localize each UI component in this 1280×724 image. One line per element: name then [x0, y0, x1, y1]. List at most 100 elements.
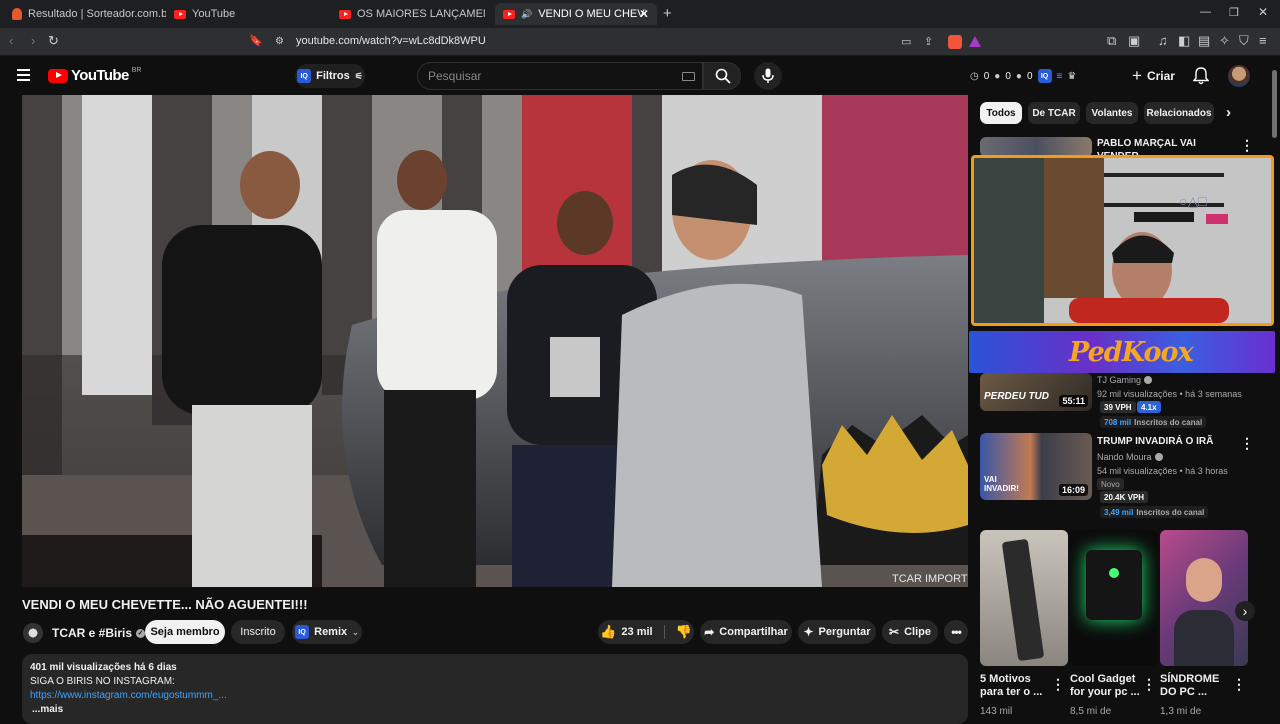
url-field[interactable]: youtube.com/watch?v=wLc8dDk8WPU — [296, 35, 486, 47]
short-title[interactable]: 5 Motivos para ter o ... — [980, 673, 1050, 699]
short-thumbnail[interactable] — [980, 530, 1068, 666]
media-icon[interactable]: ♫ — [1158, 34, 1168, 48]
join-member-button[interactable]: Seja membro — [145, 620, 225, 644]
hamburger-menu-icon[interactable] — [17, 69, 30, 71]
filters-button[interactable]: IQ Filtros ⚟ — [295, 64, 365, 88]
site-info-icon[interactable]: ⚙ — [275, 35, 284, 49]
video-frame: TCAR IMPORTS — [22, 95, 968, 587]
search-box[interactable]: Pesquisar — [417, 62, 703, 90]
sparkle-icon: ✦ — [803, 625, 814, 639]
extensions-icon[interactable]: ⧉ — [1107, 34, 1116, 48]
youtube-favicon-icon — [174, 9, 186, 19]
youtube-logo[interactable]: YouTube BR — [48, 67, 141, 84]
video-menu-kebab-icon[interactable]: ⋮ — [1240, 138, 1254, 152]
brave-rewards-icon[interactable] — [969, 36, 981, 47]
channel-name-row[interactable]: Nando Moura — [1097, 452, 1163, 462]
chip-volantes[interactable]: Volantes — [1086, 102, 1138, 124]
short-views: 8,5 mi de — [1070, 706, 1112, 717]
counter-value: 0 — [1005, 70, 1011, 82]
short-views: 1,3 mi de — [1160, 706, 1202, 717]
menu-icon[interactable]: ≡ — [1259, 34, 1267, 48]
ask-button[interactable]: ✦ Perguntar — [798, 620, 876, 644]
search-input[interactable]: Pesquisar — [428, 69, 481, 83]
channel-name-row[interactable]: TJ Gaming — [1097, 375, 1153, 385]
browser-tab-sorteador[interactable]: Resultado | Sorteador.com.br - O Site — [4, 3, 166, 25]
user-avatar[interactable] — [1228, 65, 1250, 87]
streamer-banner: PedKoox — [969, 331, 1275, 373]
microphone-icon — [762, 68, 774, 83]
voice-search-button[interactable] — [754, 62, 782, 90]
channel-name[interactable]: TJ Gaming — [1097, 375, 1141, 385]
channel-name-row[interactable]: TCAR e #Biris ✓ — [52, 626, 146, 640]
shorts-next-chevron-icon[interactable]: › — [1235, 601, 1255, 621]
related-video-thumbnail[interactable]: VAI INVADIR! 16:09 — [980, 433, 1092, 500]
description-line: SIGA O BIRIS NO INSTAGRAM: — [30, 676, 175, 687]
video-menu-kebab-icon[interactable]: ⋮ — [1240, 436, 1254, 450]
channel-name[interactable]: Nando Moura — [1097, 452, 1152, 462]
brave-shield-icon[interactable] — [948, 35, 962, 49]
view-stats: 401 mil visualizações há 6 dias — [30, 662, 177, 673]
bookmark-icon[interactable]: 🔖 — [249, 34, 263, 48]
youtube-wordmark: YouTube — [71, 67, 129, 84]
channel-avatar[interactable] — [23, 623, 43, 643]
sidebar-icon[interactable]: ◧ — [1178, 34, 1190, 48]
instagram-link[interactable]: https://www.instagram.com/eugostummm_... — [30, 690, 227, 701]
close-window-icon[interactable]: ✕ — [1258, 5, 1268, 19]
chip-todos[interactable]: Todos — [980, 102, 1022, 124]
create-button[interactable]: + Criar — [1132, 66, 1175, 86]
short-menu-kebab-icon[interactable]: ⋮ — [1142, 677, 1156, 691]
more-actions-button[interactable]: ••• — [944, 620, 968, 644]
channel-name[interactable]: TCAR e #Biris — [52, 626, 132, 640]
leo-ai-icon[interactable]: ✧ — [1219, 34, 1230, 48]
browser-tab-active-video[interactable]: 🔊 VENDI O MEU CHEVETTE... NÃO AGUENTEI!!… — [495, 3, 657, 25]
remix-button[interactable]: IQ Remix ⌄ — [292, 620, 362, 644]
share-button[interactable]: ➦ Compartilhar — [700, 620, 792, 644]
short-thumbnail[interactable] — [1160, 530, 1248, 666]
back-icon[interactable]: ‹ — [9, 34, 13, 48]
thumbnail-text: PERDEU TUD — [984, 391, 1050, 402]
keyboard-icon[interactable] — [682, 72, 695, 81]
video-player[interactable]: TCAR IMPORTS — [22, 95, 968, 587]
wallet-icon[interactable]: ▤ — [1198, 34, 1210, 48]
cast-icon[interactable]: ▭ — [901, 35, 911, 49]
subscribed-button[interactable]: Inscrito — [231, 620, 285, 644]
show-more-link[interactable]: ...mais — [32, 704, 63, 715]
search-button[interactable] — [703, 62, 741, 90]
short-thumbnail[interactable] — [1070, 530, 1158, 666]
vpn-icon[interactable]: ⛉ — [1239, 34, 1249, 48]
create-label: Criar — [1146, 69, 1175, 83]
chip-relacionados[interactable]: Relacionados — [1144, 102, 1214, 124]
chip-de-tcar[interactable]: De TCAR — [1028, 102, 1080, 124]
chips-next-chevron-icon[interactable]: › — [1226, 104, 1231, 121]
minimize-window-icon[interactable]: — — [1200, 6, 1211, 18]
reload-icon[interactable]: ↻ — [48, 34, 59, 48]
list-icon[interactable]: ≡ — [1057, 71, 1063, 82]
forward-icon[interactable]: › — [31, 34, 35, 48]
notifications-bell-icon[interactable] — [1193, 67, 1209, 85]
close-tab-icon[interactable]: ✕ — [639, 7, 649, 21]
short-menu-kebab-icon[interactable]: ⋮ — [1232, 677, 1246, 691]
webcam-overlay: ○△□ — [971, 155, 1274, 326]
description-box[interactable]: 401 mil visualizações há 6 dias SIGA O B… — [22, 654, 968, 724]
short-menu-kebab-icon[interactable]: ⋮ — [1051, 677, 1065, 691]
browser-tab-lancamentos[interactable]: OS MAIORES LANÇAMENTOS DO CINEMA — [331, 3, 493, 25]
restore-window-icon[interactable]: ❐ — [1229, 6, 1239, 19]
share-label: Compartilhar — [719, 626, 788, 638]
browser-tab-youtube[interactable]: YouTube — [166, 3, 330, 25]
iq-extension-icon[interactable]: IQ — [1037, 69, 1052, 83]
like-button[interactable]: 👍 23 mil — [600, 624, 652, 640]
clip-button[interactable]: ✂ Clipe — [882, 620, 938, 644]
related-video-thumbnail[interactable] — [980, 137, 1092, 157]
trophy-icon[interactable]: ♛ — [1067, 71, 1076, 82]
related-video-title[interactable]: TRUMP INVADIRÁ O IRÃ — [1097, 435, 1227, 448]
share-page-icon[interactable]: ⇪ — [924, 35, 933, 49]
related-video-thumbnail[interactable]: PERDEU TUD 55:11 — [980, 373, 1092, 411]
filters-label: Filtros — [316, 70, 350, 82]
dislike-button[interactable]: 👎 — [676, 624, 692, 640]
new-tab-button[interactable]: + — [663, 5, 672, 22]
short-title[interactable]: Cool Gadget for your pc ... — [1070, 673, 1140, 699]
video-duration: 16:09 — [1058, 484, 1088, 496]
page-scrollbar[interactable] — [1272, 70, 1277, 138]
short-title[interactable]: SÍNDROME DO PC ... — [1160, 673, 1232, 699]
screenshot-icon[interactable]: ▣ — [1128, 34, 1140, 48]
